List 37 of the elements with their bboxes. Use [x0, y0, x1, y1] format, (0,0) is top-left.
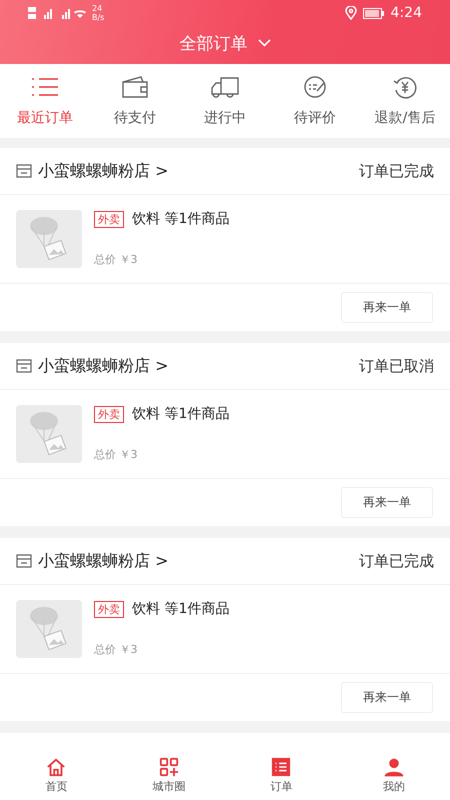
order-tab[interactable]: 最近订单 [0, 64, 90, 138]
delivery-tag: 外卖 [94, 406, 124, 422]
nav-item[interactable]: 城市圈 [112, 750, 225, 800]
order-tab[interactable]: 待支付 [90, 64, 180, 138]
nav-item[interactable]: 订单 [225, 750, 338, 800]
order-items: 饮料 等1件商品 [132, 600, 230, 618]
order-status: 订单已取消 [359, 356, 434, 376]
reorder-button[interactable]: 再来一单 [341, 682, 433, 713]
shop-link[interactable]: 小蛮螺螺蛳粉店 > [16, 550, 359, 572]
nav-item[interactable]: 我的 [338, 750, 450, 800]
network-speed: 24 [92, 4, 104, 13]
shop-link[interactable]: 小蛮螺螺蛳粉店 > [16, 356, 359, 376]
reorder-button[interactable]: 再来一单 [341, 487, 433, 518]
order-total: 总价 ￥3 [94, 252, 138, 267]
chevron-down-icon[interactable] [258, 39, 270, 47]
speed-unit: B/s [92, 13, 104, 22]
page-title: 全部订单 [180, 32, 248, 54]
delivery-tag: 外卖 [94, 210, 124, 228]
shop-icon [16, 164, 32, 178]
order-total: 总价 ￥3 [94, 642, 138, 657]
order-tab[interactable]: 退款/售后 [360, 64, 450, 138]
order-tab[interactable]: 待评价 [270, 64, 360, 138]
battery-icon [362, 8, 385, 18]
shop-icon [16, 359, 32, 373]
order-items: 饮料 等1件商品 [132, 405, 230, 423]
order-items: 饮料 等1件商品 [132, 210, 230, 228]
shop-link[interactable]: 小蛮螺螺蛳粉店 > [16, 160, 359, 182]
delivery-tag: 外卖 [94, 600, 124, 618]
nav-item[interactable]: 首页 [0, 750, 112, 800]
reorder-button[interactable]: 再来一单 [341, 292, 433, 323]
shop-icon [16, 554, 32, 568]
location-icon [344, 6, 357, 20]
order-total: 总价 ￥3 [94, 447, 138, 462]
order-tab[interactable]: 进行中 [180, 64, 270, 138]
clock-time: 4:24 [390, 5, 422, 21]
order-status: 订单已完成 [359, 162, 434, 180]
order-status: 订单已完成 [359, 552, 434, 570]
